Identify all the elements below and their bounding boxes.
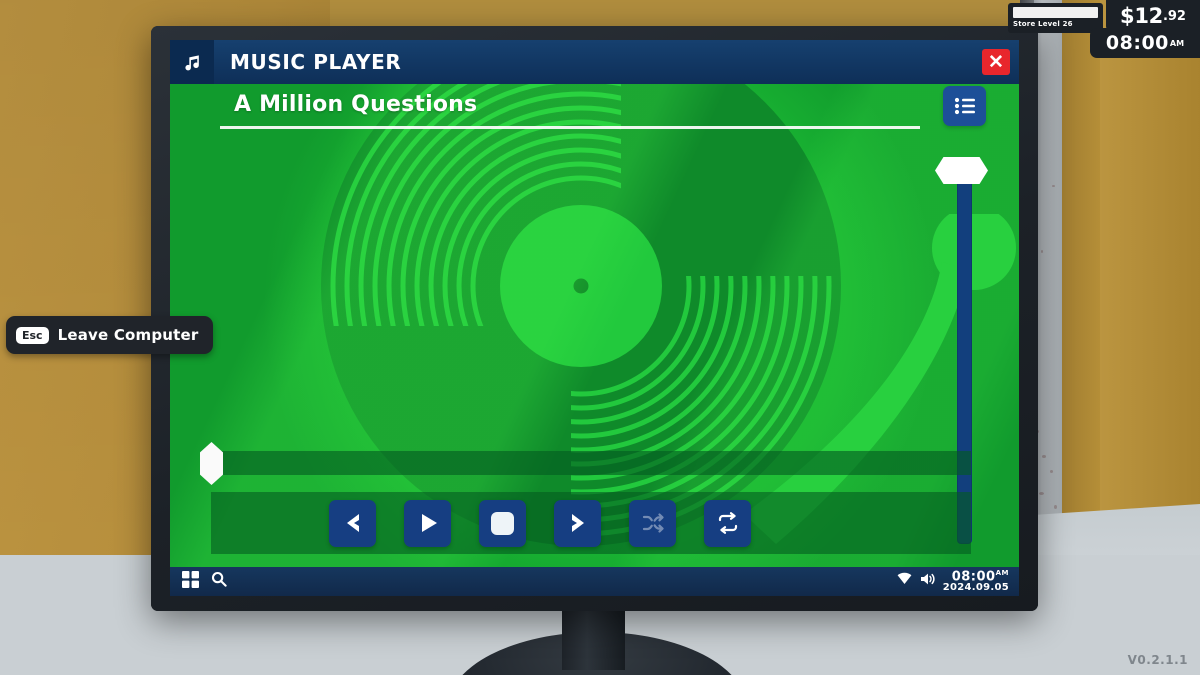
wifi-icon[interactable] — [897, 572, 912, 590]
volume-slider-handle[interactable] — [935, 157, 988, 184]
now-playing-title: A Million Questions — [234, 92, 478, 117]
play-button[interactable] — [404, 499, 451, 547]
shuffle-button[interactable] — [629, 499, 676, 547]
taskbar-clock[interactable]: 08:00AM 2024.09.05 — [942, 568, 1009, 594]
repeat-button[interactable] — [704, 499, 751, 547]
repeat-icon — [718, 512, 737, 534]
stop-icon — [491, 511, 514, 535]
game-time: 08:00 — [1105, 32, 1169, 54]
seek-bar-track[interactable] — [211, 451, 971, 475]
money-minor: .92 — [1162, 8, 1186, 24]
next-track-icon — [571, 514, 584, 532]
hud-game-clock: 08:00 AM — [1090, 28, 1200, 58]
leave-computer-tooltip[interactable]: Esc Leave Computer — [6, 316, 213, 354]
search-icon[interactable] — [211, 571, 227, 592]
game-time-suffix: AM — [1169, 38, 1185, 48]
music-player-window: MUSIC PLAYER ✕ A Million Questions 08:00… — [170, 40, 1019, 596]
previous-track-button[interactable] — [329, 499, 376, 547]
player-body: A Million Questions — [170, 84, 1019, 567]
taskbar-time-suffix: AM — [995, 568, 1009, 577]
seek-bar-handle[interactable] — [200, 442, 223, 485]
computer-monitor: MUSIC PLAYER ✕ A Million Questions 08:00… — [151, 26, 1038, 611]
xp-progress-bar — [1013, 7, 1098, 18]
game-version-label: V0.2.1.1 — [1127, 653, 1188, 667]
close-window-button[interactable]: ✕ — [982, 49, 1010, 75]
play-icon — [421, 514, 437, 532]
window-title-bar: MUSIC PLAYER ✕ — [170, 40, 1019, 84]
title-divider — [220, 126, 920, 129]
music-note-icon — [170, 40, 214, 84]
stop-button[interactable] — [479, 499, 526, 547]
hud-store-level-panel: Store Level 26 — [1008, 3, 1103, 33]
esc-key-badge: Esc — [16, 326, 49, 344]
money-major: $12 — [1120, 4, 1163, 28]
vinyl-center-hole — [573, 278, 589, 294]
os-taskbar: 08:00AM 2024.09.05 — [170, 567, 1019, 596]
playlist-list-icon — [954, 97, 975, 115]
window-title: MUSIC PLAYER — [230, 50, 402, 74]
tooltip-label: Leave Computer — [57, 326, 199, 344]
speaker-icon[interactable] — [920, 572, 935, 591]
previous-track-icon — [346, 514, 359, 532]
transport-controls — [211, 492, 971, 554]
store-level-label: Store Level 26 — [1013, 20, 1073, 28]
volume-slider-track[interactable] — [957, 172, 972, 544]
next-track-button[interactable] — [554, 499, 601, 547]
shuffle-icon — [642, 513, 664, 533]
monitor-screen: MUSIC PLAYER ✕ A Million Questions 08:00… — [170, 40, 1019, 596]
playlist-button[interactable] — [943, 86, 986, 126]
game-scene: MUSIC PLAYER ✕ A Million Questions 08:00… — [0, 0, 1200, 675]
taskbar-date: 2024.09.05 — [942, 582, 1009, 594]
windows-start-icon[interactable] — [182, 570, 199, 593]
